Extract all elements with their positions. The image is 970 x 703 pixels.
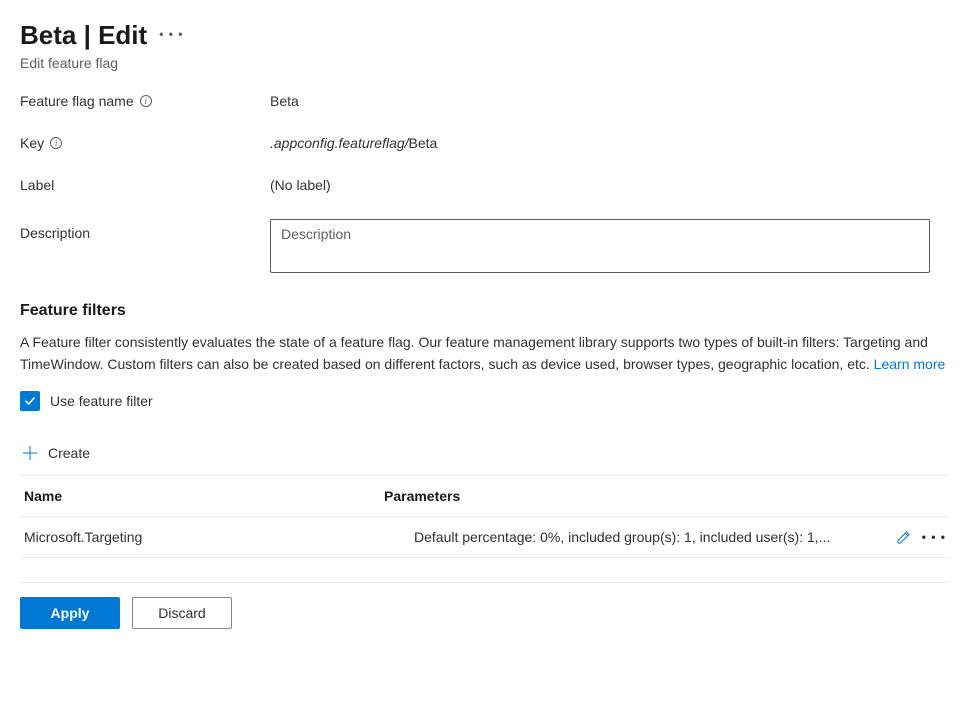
info-icon[interactable]: i — [50, 137, 62, 149]
plus-icon — [22, 445, 38, 461]
discard-button[interactable]: Discard — [132, 597, 232, 629]
flag-name-label: Feature flag name — [20, 93, 134, 109]
create-filter-button[interactable]: Create — [20, 435, 950, 475]
filter-parameters: Default percentage: 0%, included group(s… — [384, 529, 890, 545]
feature-filters-description: A Feature filter consistently evaluates … — [20, 332, 950, 375]
feature-filters-heading: Feature filters — [20, 302, 950, 320]
edit-icon[interactable] — [896, 529, 912, 545]
page-title: Beta | Edit — [20, 20, 147, 51]
description-input[interactable] — [270, 219, 930, 273]
column-header-name: Name — [24, 488, 384, 504]
description-label: Description — [20, 225, 90, 241]
label-value: (No label) — [270, 177, 950, 193]
checkmark-icon — [23, 394, 37, 408]
flag-name-value: Beta — [270, 93, 950, 109]
page-subtitle: Edit feature flag — [20, 55, 950, 71]
key-value: .appconfig.featureflag/Beta — [270, 135, 950, 151]
use-feature-filter-label: Use feature filter — [50, 393, 153, 409]
table-row[interactable]: Microsoft.Targeting Default percentage: … — [20, 517, 950, 558]
key-label: Key — [20, 135, 44, 151]
key-name: Beta — [409, 135, 438, 151]
use-feature-filter-checkbox[interactable] — [20, 391, 40, 411]
create-label: Create — [48, 445, 90, 461]
apply-button[interactable]: Apply — [20, 597, 120, 629]
info-icon[interactable]: i — [140, 95, 152, 107]
filters-table: Name Parameters Microsoft.Targeting Defa… — [20, 475, 950, 558]
filter-name: Microsoft.Targeting — [24, 529, 384, 545]
column-header-parameters: Parameters — [384, 488, 890, 504]
more-icon[interactable]: • • • — [922, 531, 946, 543]
key-prefix: .appconfig.featureflag/ — [270, 135, 409, 151]
more-icon[interactable]: • • • — [159, 28, 183, 44]
label-label: Label — [20, 177, 54, 193]
learn-more-link[interactable]: Learn more — [874, 356, 946, 372]
